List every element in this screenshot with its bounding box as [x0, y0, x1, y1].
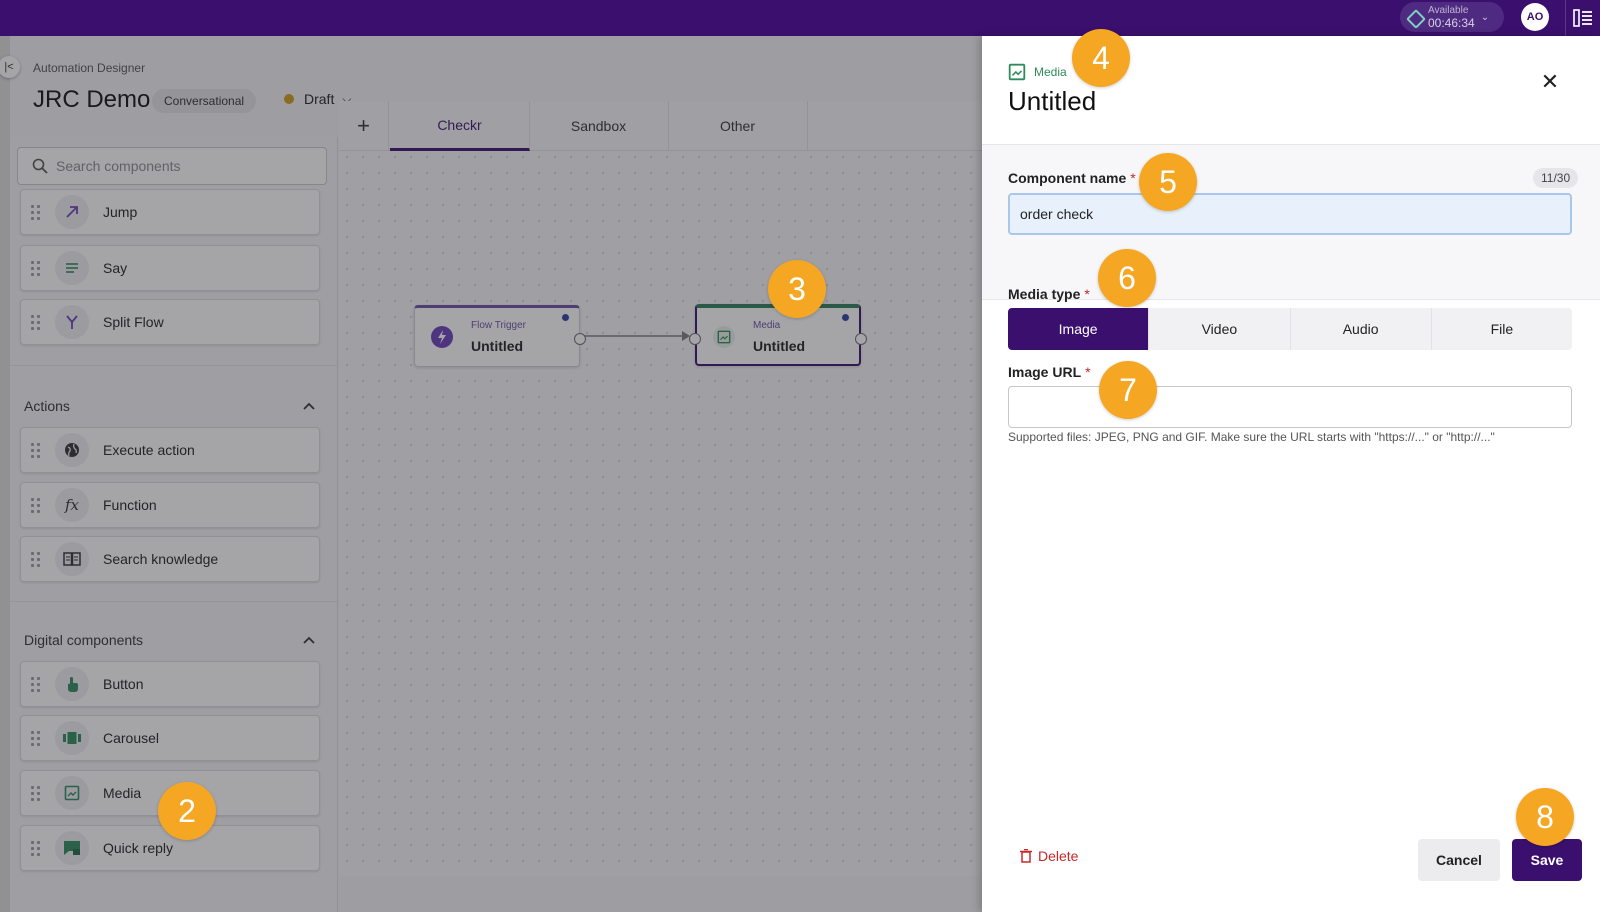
avatar[interactable]: AO [1521, 3, 1549, 31]
image-icon [1008, 63, 1026, 81]
chevron-down-icon: ⌄ [1480, 11, 1490, 23]
media-type-selector: Image Video Audio File [1008, 308, 1572, 350]
status-timer: 00:46:34 [1428, 16, 1475, 30]
availability-status[interactable]: Available 00:46:34 ⌄ [1400, 2, 1504, 32]
step-marker-3: 3 [768, 260, 826, 318]
step-marker-8: 8 [1516, 788, 1574, 846]
media-type-video[interactable]: Video [1149, 308, 1291, 350]
image-url-label: Image URL * [1008, 364, 1091, 380]
media-type-audio[interactable]: Audio [1291, 308, 1432, 350]
topbar-divider [1565, 0, 1566, 36]
step-marker-4: 4 [1072, 29, 1130, 87]
component-name-input[interactable] [1008, 193, 1572, 235]
step-marker-2: 2 [158, 782, 216, 840]
cancel-button[interactable]: Cancel [1418, 839, 1500, 881]
char-count-badge: 11/30 [1533, 168, 1579, 188]
delete-label: Delete [1038, 848, 1079, 864]
media-type-file[interactable]: File [1432, 308, 1572, 350]
side-panel-icon[interactable] [1573, 8, 1593, 28]
component-editor-panel: Media Untitled ✕ Component name* 11/30 M… [982, 36, 1600, 912]
top-bar: Available 00:46:34 ⌄ AO [0, 0, 1600, 36]
step-marker-6: 6 [1098, 249, 1156, 307]
panel-title: Untitled [1008, 86, 1097, 116]
component-name-label: Component name * [1008, 170, 1136, 186]
delete-button[interactable]: Delete [1020, 848, 1078, 864]
media-type-label: Media type * [1008, 286, 1090, 302]
panel-type-label: Media [1034, 65, 1067, 79]
close-icon[interactable]: ✕ [1538, 70, 1562, 94]
modal-backdrop[interactable] [0, 36, 982, 912]
image-url-input[interactable] [1008, 386, 1572, 428]
media-type-image[interactable]: Image [1008, 308, 1150, 350]
status-diamond-icon [1406, 9, 1422, 25]
panel-type: Media [1008, 63, 1067, 81]
trash-icon [1020, 849, 1032, 863]
step-marker-7: 7 [1099, 361, 1157, 419]
step-marker-5: 5 [1139, 153, 1197, 211]
image-url-help-text: Supported files: JPEG, PNG and GIF. Make… [1008, 430, 1495, 444]
